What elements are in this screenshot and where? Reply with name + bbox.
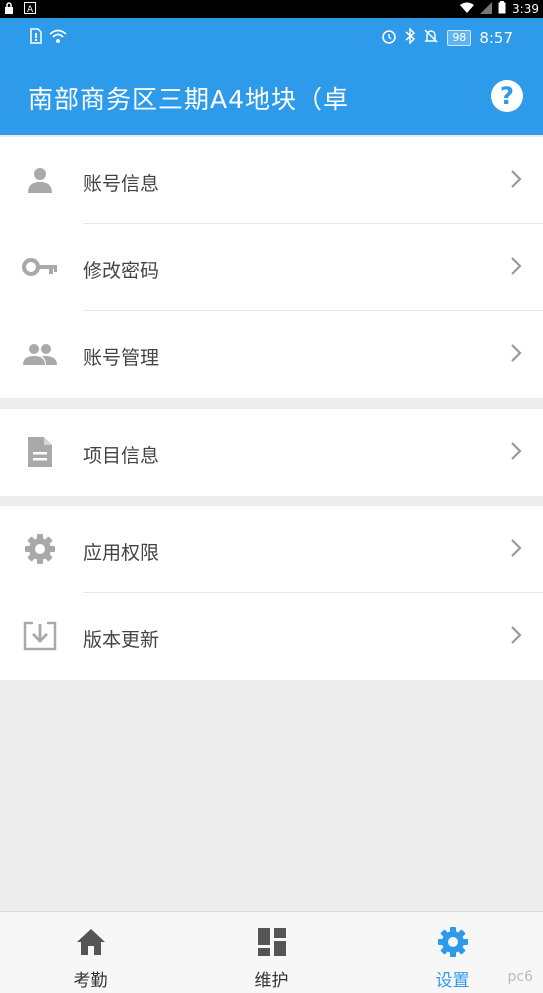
menu-item-label: 账号信息 bbox=[83, 173, 160, 195]
download-icon bbox=[22, 621, 58, 651]
dashboard-icon bbox=[256, 926, 288, 958]
gear-icon bbox=[22, 534, 58, 564]
menu-item-app-permissions[interactable]: 应用权限 bbox=[0, 506, 543, 593]
tab-maintenance[interactable]: 维护 bbox=[181, 912, 362, 993]
chevron-right-icon bbox=[509, 167, 523, 191]
settings-group-project: 项目信息 bbox=[0, 409, 543, 496]
menu-item-label: 应用权限 bbox=[83, 542, 160, 564]
menu-item-label: 项目信息 bbox=[83, 445, 160, 467]
menu-item-account-info[interactable]: 账号信息 bbox=[0, 137, 543, 224]
chevron-right-icon bbox=[509, 254, 523, 278]
sim-icon bbox=[30, 28, 42, 48]
menu-item-label: 账号管理 bbox=[83, 347, 160, 369]
battery-level: 98 bbox=[447, 30, 472, 46]
menu-item-version-update[interactable]: 版本更新 bbox=[0, 593, 543, 680]
mute-icon bbox=[423, 28, 439, 48]
system-time: 3:39 bbox=[512, 2, 539, 16]
tab-label: 维护 bbox=[254, 971, 289, 991]
wifi-icon bbox=[460, 2, 475, 16]
settings-group-app: 应用权限 版本更新 bbox=[0, 506, 543, 680]
menu-item-account-management[interactable]: 账号管理 bbox=[0, 311, 543, 398]
menu-item-label: 版本更新 bbox=[83, 629, 160, 651]
people-icon bbox=[22, 339, 58, 369]
menu-item-label: 修改密码 bbox=[83, 260, 160, 282]
menu-item-project-info[interactable]: 项目信息 bbox=[0, 409, 543, 496]
home-icon bbox=[75, 926, 107, 958]
watermark: pc6 bbox=[507, 969, 534, 985]
settings-icon bbox=[437, 926, 469, 958]
chevron-right-icon bbox=[509, 623, 523, 647]
lock-icon bbox=[4, 2, 14, 18]
signal-icon bbox=[480, 1, 493, 17]
alarm-icon bbox=[381, 28, 397, 48]
bluetooth-icon bbox=[405, 27, 416, 48]
chevron-right-icon bbox=[509, 439, 523, 463]
tab-attendance[interactable]: 考勤 bbox=[0, 912, 181, 993]
wifi-icon bbox=[48, 28, 68, 48]
document-icon bbox=[22, 437, 58, 467]
tab-label: 考勤 bbox=[73, 971, 108, 991]
settings-group-account: 账号信息 修改密码 账号管理 bbox=[0, 137, 543, 398]
chevron-right-icon bbox=[509, 341, 523, 365]
menu-item-change-password[interactable]: 修改密码 bbox=[0, 224, 543, 311]
battery-icon bbox=[498, 1, 506, 17]
key-icon bbox=[22, 252, 58, 282]
person-icon bbox=[22, 165, 58, 195]
svg-text:A: A bbox=[27, 5, 34, 14]
page-title: 南部商务区三期A4地块（卓 bbox=[28, 85, 350, 114]
app-header: 98 8:57 南部商务区三期A4地块（卓 ? bbox=[0, 18, 543, 135]
inner-status-bar: 98 8:57 bbox=[0, 27, 543, 50]
help-button[interactable]: ? bbox=[491, 80, 523, 112]
app-status-time: 8:57 bbox=[479, 29, 513, 47]
notification-a-icon: A bbox=[24, 2, 36, 18]
chevron-right-icon bbox=[509, 536, 523, 560]
system-status-bar: A 3:39 bbox=[0, 0, 543, 18]
bottom-tab-bar: 考勤 维护 设置 pc6 bbox=[0, 911, 543, 993]
